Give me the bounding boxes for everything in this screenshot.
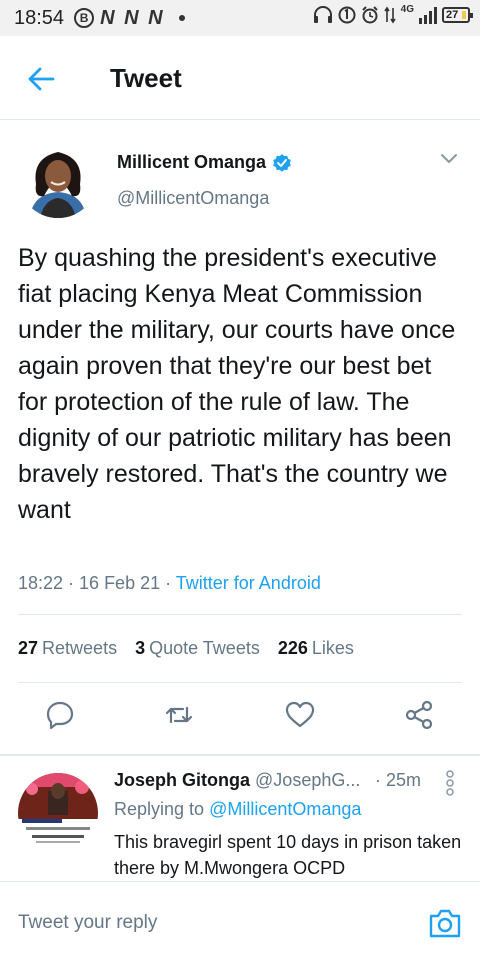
retweets-stat[interactable]: 27 Retweets <box>18 638 117 659</box>
likes-stat[interactable]: 226 Likes <box>278 638 354 659</box>
status-bar: 18:54 B N N N 4G 27 <box>0 0 480 36</box>
tweet-timestamp: 18:22 · 16 Feb 21 · <box>18 573 176 593</box>
reply-composer[interactable]: Tweet your reply <box>0 881 480 960</box>
quote-tweets-count: 3 <box>135 638 146 658</box>
notification-n-icons: N N N <box>100 6 165 29</box>
like-heart-icon[interactable] <box>285 700 315 730</box>
author-avatar[interactable] <box>18 138 98 218</box>
section-divider <box>0 754 480 756</box>
reply-input[interactable]: Tweet your reply <box>18 912 157 934</box>
author-handle[interactable]: @MillicentOmanga <box>117 188 269 209</box>
quote-tweets-stat[interactable]: 3 Quote Tweets <box>135 638 260 659</box>
back-arrow-icon[interactable] <box>26 64 56 94</box>
page-title: Tweet <box>110 63 182 93</box>
network-type: 4G <box>400 4 414 15</box>
replying-to-prefix: Replying to <box>114 799 210 819</box>
reply-text: This bravegirl spent 10 days in prison t… <box>114 832 462 878</box>
battery-icon: 27 <box>442 7 473 23</box>
replying-to-handle[interactable]: @MillicentOmanga <box>209 799 361 819</box>
more-notifications-dot-icon <box>178 15 185 21</box>
status-left-icons: B N N N <box>74 6 185 30</box>
headphones-icon <box>313 6 332 23</box>
alarm-icon <box>361 6 378 24</box>
chevron-down-icon[interactable] <box>440 152 458 166</box>
status-right-icons: 4G 27 <box>313 4 473 24</box>
reply-time: · 25m <box>375 770 422 790</box>
tweet-stats: 27 Retweets 3 Quote Tweets 226 Likes <box>18 638 354 659</box>
camera-icon[interactable] <box>428 906 462 940</box>
tweet-source-link[interactable]: Twitter for Android <box>176 573 321 593</box>
more-options-icon[interactable] <box>444 770 456 796</box>
retweets-count: 27 <box>18 638 39 658</box>
reply-header[interactable]: Joseph Gitonga @JosephG... <box>114 770 360 791</box>
verified-badge-icon <box>273 153 291 172</box>
author-name-text: Millicent Omanga <box>117 152 267 172</box>
likes-label: Likes <box>311 638 354 658</box>
app-header: Tweet <box>0 36 480 120</box>
tweet-text: By quashing the president's executive fi… <box>18 244 456 524</box>
reply-author-handle: @JosephG... <box>255 770 361 790</box>
quote-tweets-label: Quote Tweets <box>149 638 260 658</box>
data-transfer-icon <box>383 6 396 24</box>
reply-author-avatar[interactable] <box>18 773 98 853</box>
sim-icon <box>338 6 356 24</box>
divider <box>18 682 462 683</box>
likes-count: 226 <box>277 638 308 658</box>
status-time: 18:54 <box>14 6 65 29</box>
retweet-icon[interactable] <box>164 700 194 730</box>
share-icon[interactable] <box>404 700 434 730</box>
signal-icon <box>419 6 437 24</box>
replying-to: Replying to @MillicentOmanga <box>114 799 361 820</box>
reply-icon[interactable] <box>45 700 75 730</box>
tweet-actions <box>0 700 480 740</box>
battery-level: 27 <box>446 9 459 21</box>
retweets-label: Retweets <box>42 638 118 658</box>
author-name[interactable]: Millicent Omanga <box>117 152 292 173</box>
tweet-meta: 18:22 · 16 Feb 21 · Twitter for Android <box>18 573 321 594</box>
divider <box>18 614 462 615</box>
reply-author-name: Joseph Gitonga <box>114 770 251 790</box>
b-badge-icon: B <box>74 8 95 28</box>
